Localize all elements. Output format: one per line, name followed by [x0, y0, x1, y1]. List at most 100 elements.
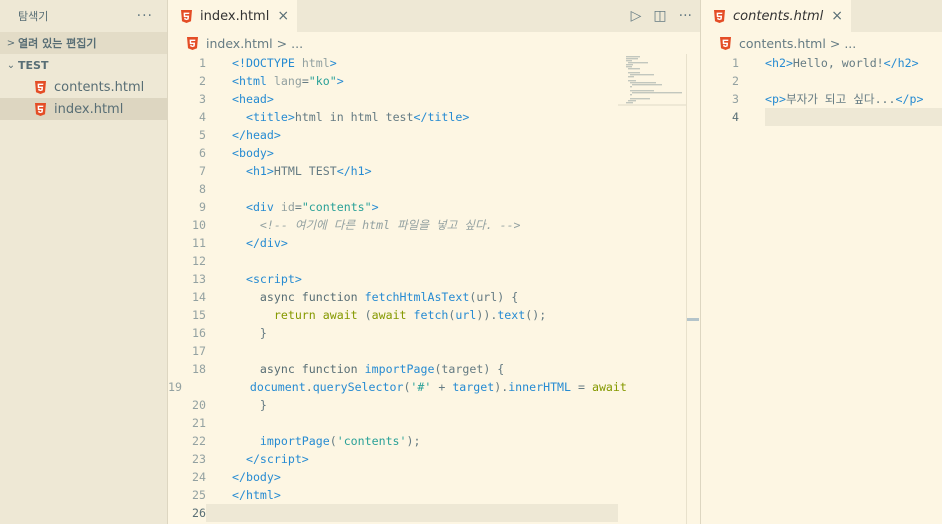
code-text: <p>부자가 되고 싶다...</p> — [765, 92, 924, 106]
code-text: </head> — [232, 128, 281, 142]
tab-label: index.html — [200, 8, 270, 24]
code-line: 1 <h2>Hello, world!</h2> — [701, 54, 942, 72]
editor-group-index: index.html × ▷ ◫ ··· index.html > ... 1 <… — [168, 0, 700, 524]
code-text: </html> — [232, 488, 281, 502]
code-text: return await (await fetch(url)).text(); — [273, 308, 547, 322]
code-text: <!-- 여기에 다른 html 파일을 넣고 싶다. --> — [259, 218, 521, 232]
minimap[interactable] — [618, 54, 686, 524]
line-number: 25 — [192, 488, 206, 502]
close-icon[interactable]: × — [831, 8, 843, 24]
line-number: 12 — [192, 254, 206, 268]
line-number: 4 — [199, 110, 206, 124]
line-number: 9 — [199, 200, 206, 214]
breadcrumb-separator: > — [276, 35, 288, 51]
code-text: importPage('contents'); — [259, 434, 421, 448]
code-line: 24 </body> — [168, 468, 618, 486]
vertical-scrollbar[interactable] — [686, 54, 700, 524]
breadcrumb-file[interactable]: contents.html — [739, 36, 826, 51]
tab-contents-html[interactable]: contents.html × — [701, 0, 852, 32]
line-number: 21 — [192, 416, 206, 430]
line-number: 1 — [199, 56, 206, 70]
chevron-down-icon: ⌄ — [6, 59, 16, 71]
close-icon[interactable]: × — [277, 8, 289, 24]
line-number: 2 — [199, 74, 206, 88]
code-text: </body> — [232, 470, 281, 484]
code-line: 15 return await (await fetch(url)).text(… — [168, 306, 618, 324]
code-line: 16 } — [168, 324, 618, 342]
line-number: 18 — [192, 362, 206, 376]
code-line: 14 async function fetchHtmlAsText(url) { — [168, 288, 618, 306]
line-number: 19 — [168, 380, 182, 394]
line-number: 20 — [192, 398, 206, 412]
folder-section[interactable]: ⌄ TEST — [0, 54, 167, 76]
code-line: 6 <body> — [168, 144, 618, 162]
code-text: <!DOCTYPE html> — [232, 56, 337, 70]
tab-bar: index.html × ▷ ◫ ··· — [168, 0, 700, 32]
line-number: 6 — [199, 146, 206, 160]
file-name: index.html — [54, 101, 124, 117]
folder-label: TEST — [18, 58, 49, 72]
line-number: 5 — [199, 128, 206, 142]
code-text: } — [232, 326, 267, 340]
line-number: 15 — [192, 308, 206, 322]
code-line: 8 — [168, 180, 618, 198]
code-line: 3 <head> — [168, 90, 618, 108]
code-line: 25 </html> — [168, 486, 618, 504]
more-actions-icon[interactable]: ··· — [137, 8, 153, 24]
breadcrumb-file[interactable]: index.html — [206, 36, 273, 51]
breadcrumb-rest[interactable]: ... — [291, 36, 303, 51]
code-text: <h1>HTML TEST</h1> — [245, 164, 372, 178]
explorer-header: 탐색기 ··· — [0, 0, 167, 32]
editor-group-contents: contents.html × contents.html > ... 1 <h2… — [700, 0, 942, 524]
line-number: 13 — [192, 272, 206, 286]
file-item-index[interactable]: index.html — [0, 98, 167, 120]
code-line: 22 importPage('contents'); — [168, 432, 618, 450]
code-text: async function importPage(target) { — [259, 362, 505, 376]
code-text — [765, 108, 942, 126]
split-editor-icon[interactable]: ◫ — [653, 8, 666, 24]
code-line: 4 <title>html in html test</title> — [168, 108, 618, 126]
html5-icon — [719, 36, 731, 50]
line-number: 3 — [199, 92, 206, 106]
editor-actions: ▷ ◫ ··· — [631, 0, 692, 32]
code-line: 23 </script> — [168, 450, 618, 468]
code-line: 18 async function importPage(target) { — [168, 360, 618, 378]
html5-icon — [713, 9, 725, 23]
code-text: <html lang="ko"> — [232, 74, 344, 88]
code-editor[interactable]: 1 <h2>Hello, world!</h2> 2 3 <p>부자가 되고 싶다.… — [701, 54, 942, 126]
tab-label: contents.html — [733, 8, 824, 24]
code-text: <div id="contents"> — [245, 200, 379, 214]
run-icon[interactable]: ▷ — [631, 8, 642, 24]
code-line: 1 <!DOCTYPE html> — [168, 54, 618, 72]
html5-icon — [34, 102, 46, 116]
line-number: 4 — [732, 110, 739, 124]
file-item-contents[interactable]: contents.html — [0, 76, 167, 98]
line-number: 8 — [199, 182, 206, 196]
more-actions-icon[interactable]: ··· — [679, 8, 692, 24]
explorer-sidebar: 탐색기 ··· > 열려 있는 편집기 ⌄ TEST contents.html… — [0, 0, 168, 524]
code-line: 11 </div> — [168, 234, 618, 252]
code-text: async function fetchHtmlAsText(url) { — [259, 290, 519, 304]
html5-icon — [186, 36, 198, 50]
tab-index-html[interactable]: index.html × — [168, 0, 298, 32]
line-number: 17 — [192, 344, 206, 358]
open-editors-section[interactable]: > 열려 있는 편집기 — [0, 32, 167, 54]
line-number: 7 — [199, 164, 206, 178]
code-line: 9 <div id="contents"> — [168, 198, 618, 216]
code-text: <title>html in html test</title> — [245, 110, 470, 124]
line-number: 16 — [192, 326, 206, 340]
code-editor[interactable]: 1 <!DOCTYPE html> 2 <html lang="ko"> 3 <hea… — [168, 54, 627, 522]
code-line: 12 — [168, 252, 618, 270]
breadcrumb-separator: > — [829, 35, 841, 51]
code-line: 10 <!-- 여기에 다른 html 파일을 넣고 싶다. --> — [168, 216, 618, 234]
code-line: 5 </head> — [168, 126, 618, 144]
line-number: 11 — [192, 236, 206, 250]
breadcrumb-rest[interactable]: ... — [844, 36, 856, 51]
line-number: 10 — [192, 218, 206, 232]
breadcrumb: contents.html > ... — [701, 32, 942, 54]
code-line: 20 } — [168, 396, 618, 414]
html5-icon — [180, 9, 192, 23]
